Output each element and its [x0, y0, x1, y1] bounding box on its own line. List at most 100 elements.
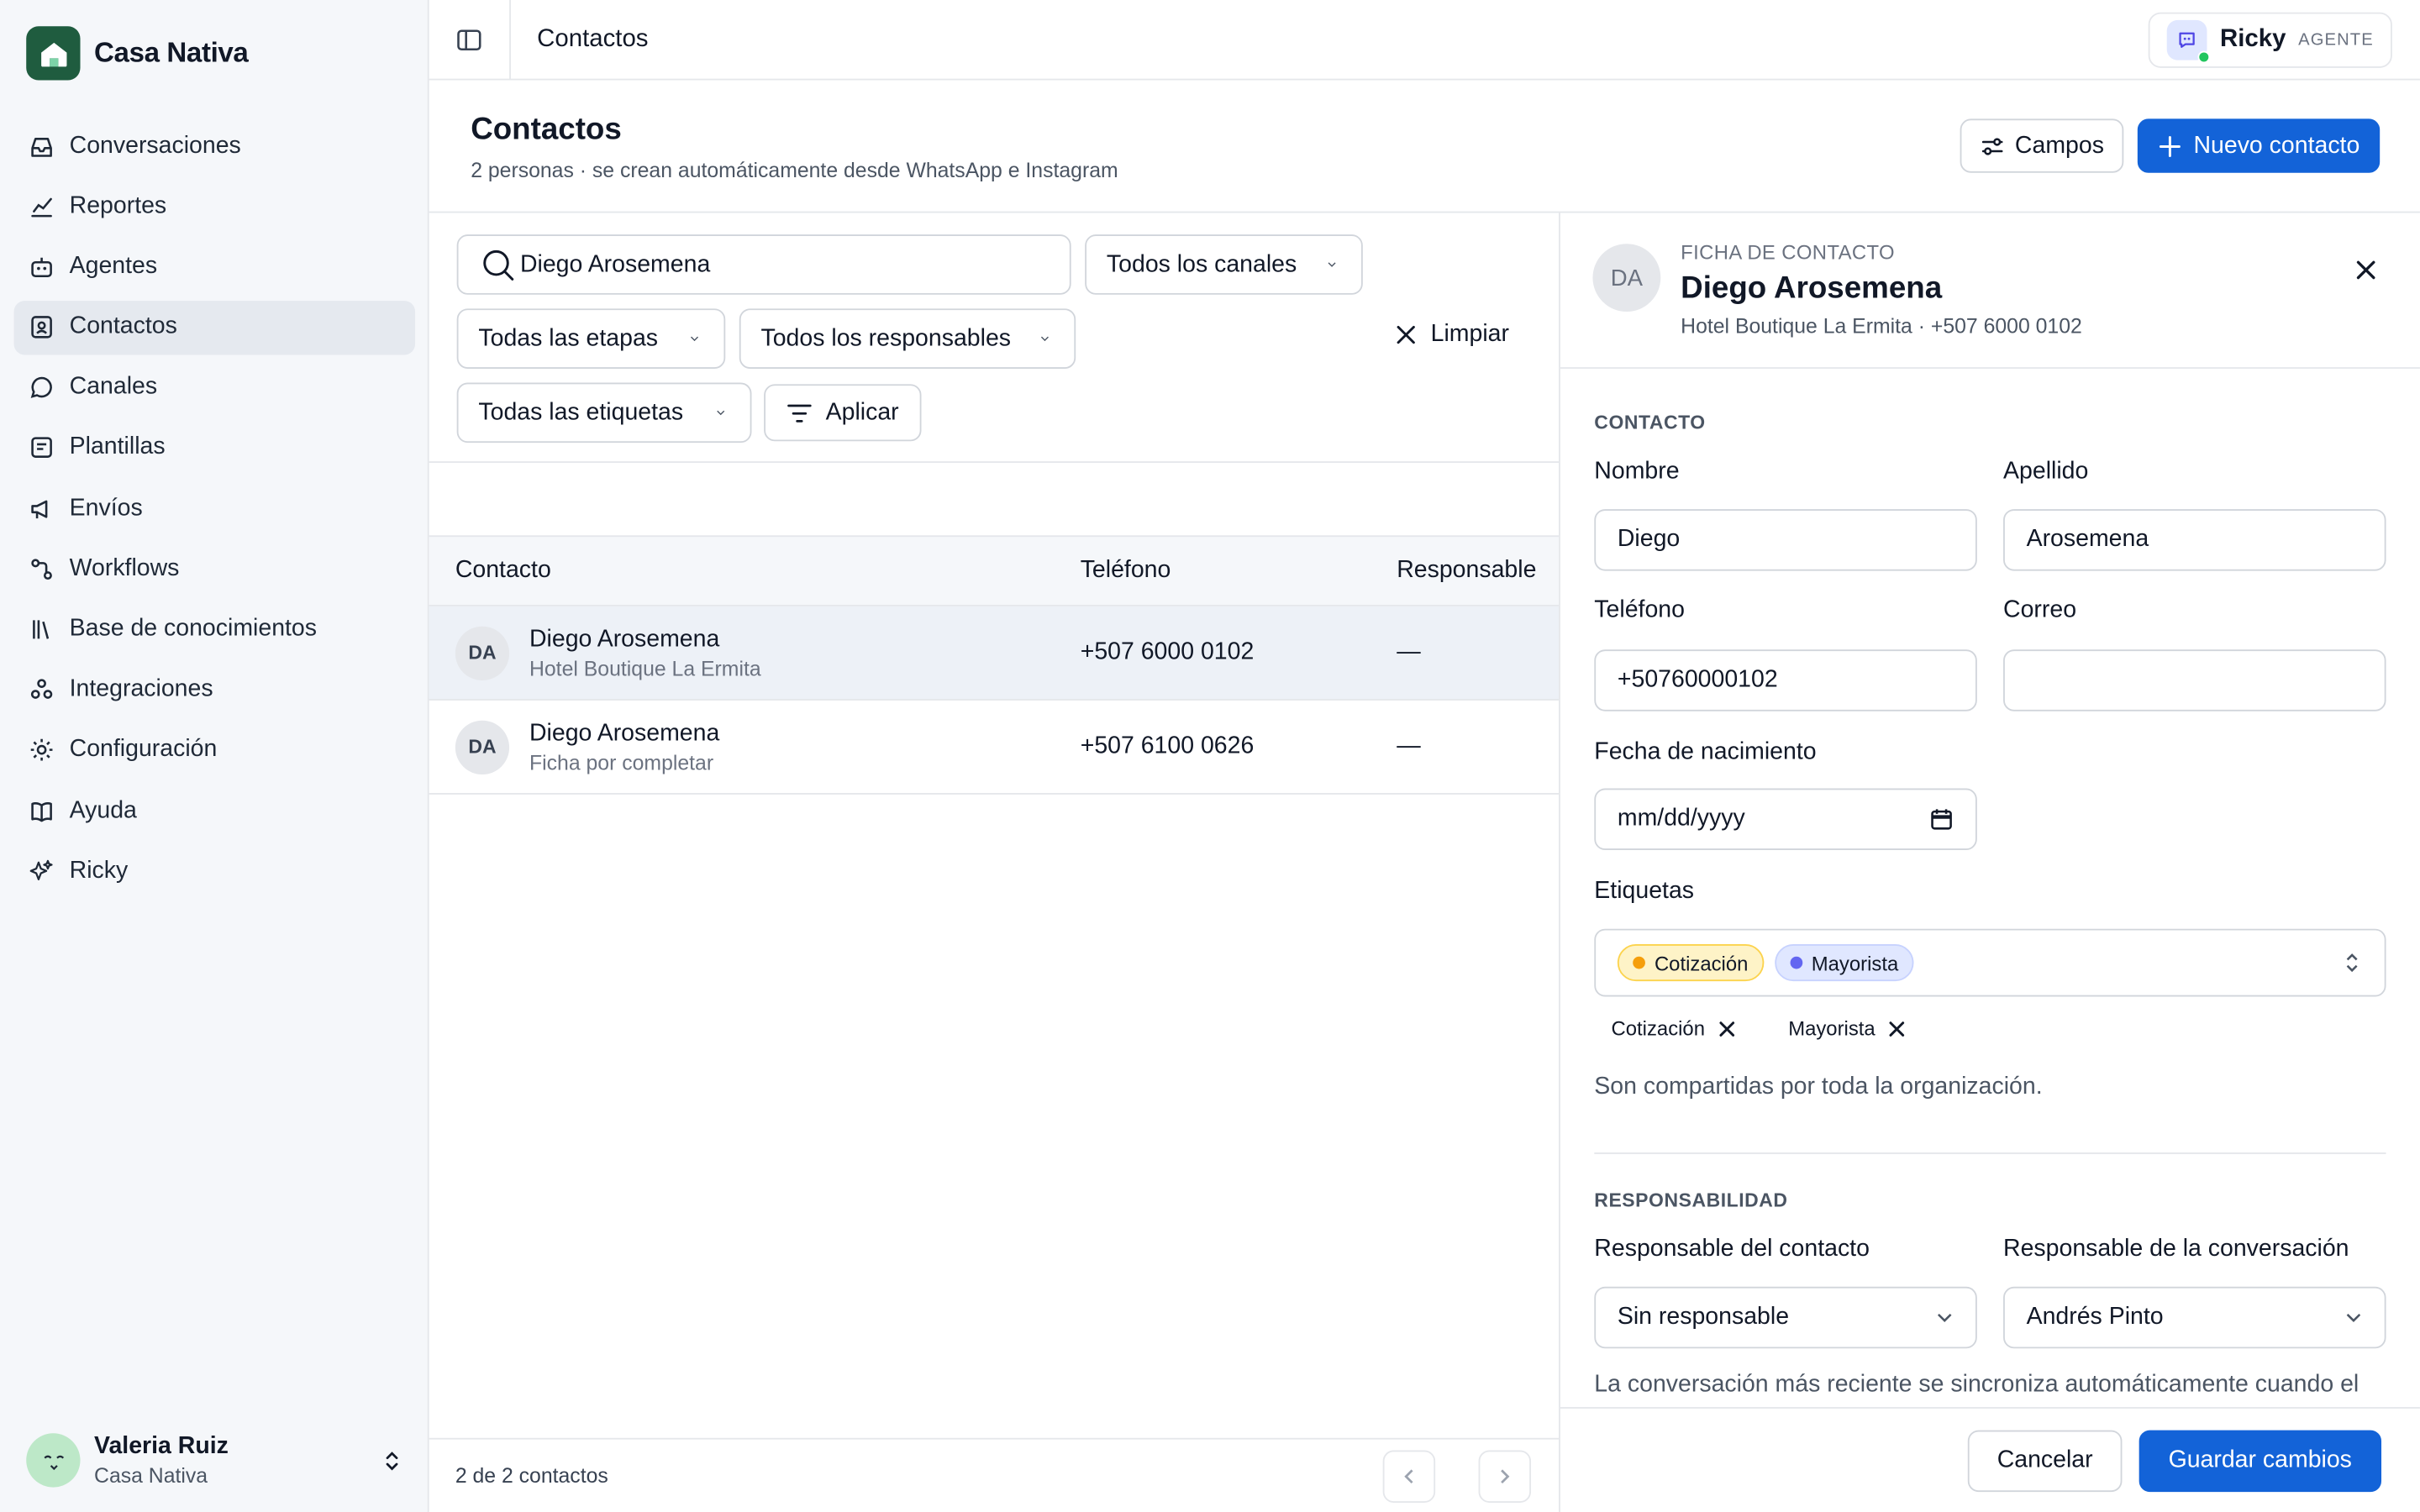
chevron-down-icon: [1328, 261, 1336, 266]
tags-label: Etiquetas: [1594, 878, 1695, 905]
clear-filters-button[interactable]: Limpiar: [1395, 321, 1509, 349]
first-name-input[interactable]: Diego: [1594, 509, 1977, 571]
sidebar-item-reportes[interactable]: Reportes: [14, 179, 416, 233]
contact-name: Diego Arosemena: [1681, 271, 1943, 306]
divider: [1594, 1152, 2386, 1154]
sidebar-toggle-button[interactable]: [429, 0, 511, 80]
phone-label: Teléfono: [1594, 596, 1685, 624]
sidebar-nav: Conversaciones Reportes Agentes Contactos Ca…: [13, 118, 416, 905]
selected-tag: Cotización: [1612, 1016, 1736, 1040]
breadcrumb: Contactos: [537, 25, 649, 52]
table-row[interactable]: DA Diego Arosemena Hotel Boutique La Ermit…: [429, 606, 1560, 701]
close-panel-icon[interactable]: [2352, 256, 2380, 284]
sidebar-item-label: Contactos: [69, 312, 177, 340]
page-title: Contactos: [471, 113, 622, 147]
gear-icon: [30, 739, 53, 762]
table-row[interactable]: DA Diego Arosemena Ficha por completar +507…: [429, 701, 1560, 795]
user-menu[interactable]: Valeria Ruiz Casa Nativa: [26, 1433, 404, 1488]
sidebar-item-label: Ricky: [69, 857, 129, 884]
agent-role-badge: AGENTE: [2298, 30, 2374, 50]
contact-owner-label: Responsable del contacto: [1594, 1236, 1870, 1263]
contact-summary: Hotel Boutique La Ermita · +507 6000 010…: [1681, 314, 2082, 339]
sidebar-item-envíos[interactable]: Envíos: [14, 481, 416, 535]
next-page-button[interactable]: [1478, 1450, 1532, 1503]
column-header-phone[interactable]: Teléfono: [1081, 557, 1171, 585]
sidebar-item-base-de-conocimientos[interactable]: Base de conocimientos: [14, 602, 416, 656]
sidebar-item-integraciones[interactable]: Integraciones: [14, 663, 416, 717]
sidebar-item-ricky[interactable]: Ricky: [14, 844, 416, 898]
sidebar-item-agentes[interactable]: Agentes: [14, 239, 416, 293]
sidebar-item-contactos[interactable]: Contactos: [13, 300, 416, 354]
conversation-owner-label: Responsable de la conversación: [2003, 1236, 2349, 1263]
chart-icon: [31, 197, 52, 217]
contact-owner-select[interactable]: Sin responsable: [1594, 1286, 1977, 1349]
template-icon: [31, 438, 52, 459]
calendar-icon[interactable]: [1929, 807, 1954, 832]
first-name-label: Nombre: [1594, 458, 1680, 485]
row-phone: +507 6000 0102: [1080, 638, 1255, 665]
tag-chip-label: Cotización: [1654, 951, 1749, 974]
fields-button[interactable]: Campos: [1959, 118, 2124, 173]
contact-initials-avatar: DA: [455, 625, 510, 680]
sliders-icon: [1981, 137, 2002, 155]
table-header: Contacto Teléfono Responsable: [429, 535, 1560, 606]
brand[interactable]: Casa Nativa: [26, 26, 249, 81]
tags-select[interactable]: Cotización Mayorista: [1594, 928, 2386, 997]
phone-input[interactable]: +50760000102: [1594, 649, 1977, 711]
sidebar-item-configuración[interactable]: Configuración: [14, 723, 416, 777]
sidebar-item-label: Configuración: [69, 736, 218, 764]
chevron-left-icon: [1404, 1469, 1413, 1484]
tag-color-dot: [1633, 956, 1645, 969]
integrations-icon: [30, 679, 53, 700]
sidebar-item-canales[interactable]: Canales: [14, 360, 416, 414]
column-header-contact[interactable]: Contacto: [455, 557, 551, 585]
sidebar-item-conversaciones[interactable]: Conversaciones: [14, 118, 416, 172]
contact-form: CONTACTO Nombre Apellido Diego Arosemena…: [1560, 369, 2420, 1407]
workflow-icon: [31, 559, 52, 580]
chevron-down-icon: [2346, 1313, 2361, 1323]
page-header: Contactos 2 personas · se crean automáti…: [429, 81, 2420, 213]
sidebar-item-workflows[interactable]: Workflows: [14, 542, 416, 596]
agent-switcher[interactable]: Ricky AGENTE: [2149, 12, 2392, 68]
last-name-input[interactable]: Arosemena: [2003, 509, 2386, 571]
filters-bar: Diego Arosemena Todos los canales Todas …: [429, 213, 1560, 464]
filter-icon: [787, 403, 812, 422]
column-header-owner[interactable]: Responsable: [1397, 557, 1536, 585]
selected-tag: Mayorista: [1788, 1016, 1906, 1040]
tag-chip: Cotización: [1617, 944, 1764, 982]
search-input[interactable]: Diego Arosemena: [456, 234, 1071, 295]
remove-tag-icon[interactable]: [1718, 1019, 1736, 1037]
conversation-owner-select[interactable]: Andrés Pinto: [2003, 1286, 2386, 1349]
library-icon: [33, 620, 50, 639]
results-count: 2 de 2 contactos: [455, 1464, 608, 1488]
channel-filter-select[interactable]: Todos los canales: [1085, 234, 1363, 295]
birthdate-input[interactable]: mm/dd/yyyy: [1594, 788, 1977, 851]
prev-page-button[interactable]: [1382, 1450, 1436, 1503]
cancel-button[interactable]: Cancelar: [1967, 1430, 2123, 1493]
conversation-owner-value: Andrés Pinto: [2026, 1304, 2164, 1331]
sidebar-item-ayuda[interactable]: Ayuda: [14, 784, 416, 837]
tag-filter-select[interactable]: Todas las etiquetas: [456, 382, 752, 444]
stage-filter-select[interactable]: Todas las etapas: [456, 308, 726, 369]
sidebar-item-plantillas[interactable]: Plantillas: [14, 421, 416, 475]
brand-name: Casa Nativa: [94, 37, 249, 68]
new-contact-button[interactable]: Nuevo contacto: [2138, 118, 2381, 173]
save-button[interactable]: Guardar cambios: [2139, 1430, 2381, 1493]
chat-bot-icon: [2180, 32, 2196, 48]
sidebar: Casa Nativa Conversaciones Reportes Agente…: [0, 0, 429, 1512]
plus-icon: [2160, 135, 2181, 157]
remove-tag-icon[interactable]: [1887, 1019, 1906, 1037]
contact-detail-header: DA FICHA DE CONTACTO Diego Arosemena Hot…: [1560, 213, 2420, 369]
search-icon: [483, 249, 514, 280]
selected-tag-label: Mayorista: [1788, 1016, 1876, 1040]
owner-filter-select[interactable]: Todos los responsables: [739, 308, 1076, 369]
agent-name: Ricky: [2220, 26, 2286, 53]
sidebar-item-label: Reportes: [69, 192, 167, 219]
contact-owner-value: Sin responsable: [1617, 1304, 1790, 1331]
birthdate-placeholder: mm/dd/yyyy: [1617, 805, 1745, 832]
email-input[interactable]: [2003, 649, 2386, 711]
row-contact-name: Diego Arosemena: [529, 719, 720, 747]
tag-chip: Mayorista: [1774, 944, 1914, 982]
apply-filters-button[interactable]: Aplicar: [764, 384, 922, 442]
sidebar-item-label: Ayuda: [69, 796, 137, 823]
